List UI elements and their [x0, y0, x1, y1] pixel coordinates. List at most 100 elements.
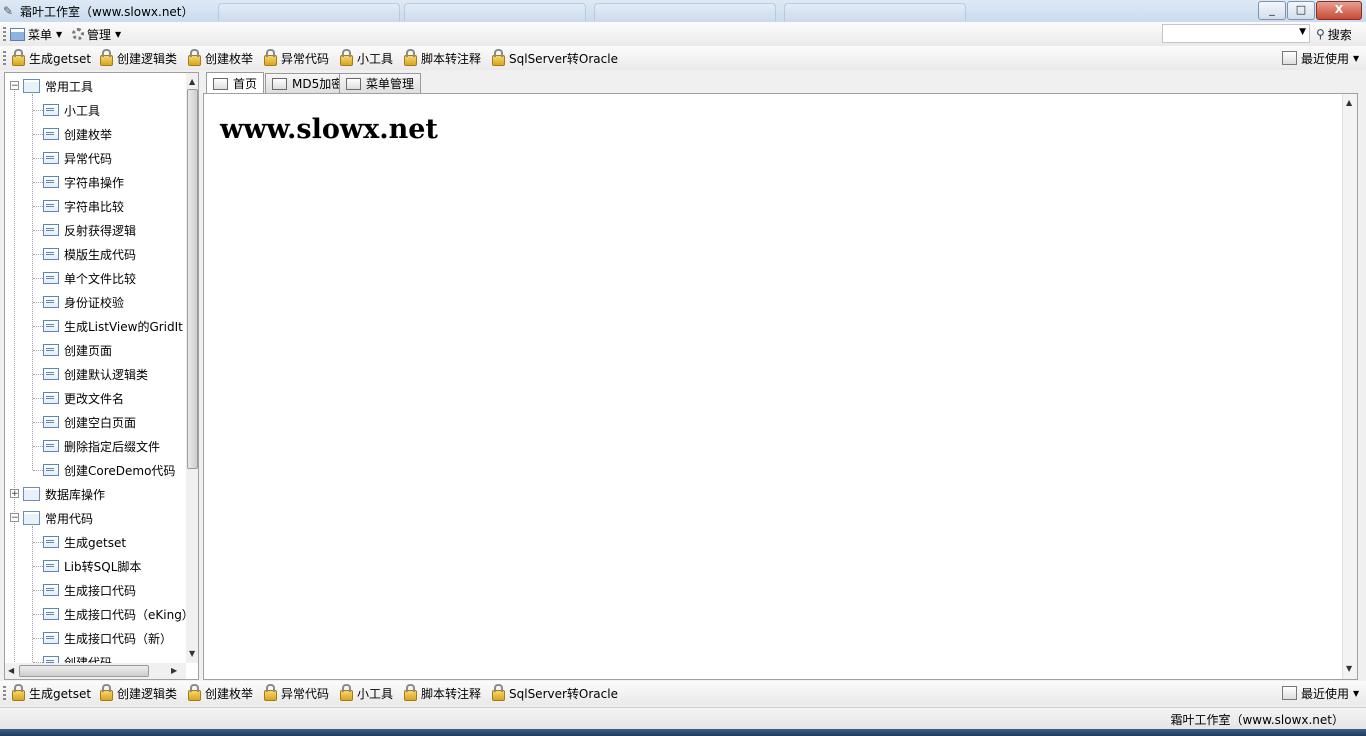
tool-button-getset[interactable]: 生成getset — [12, 48, 91, 67]
scroll-down-icon[interactable]: ▼ — [1346, 664, 1352, 673]
tool-button-exception-code[interactable]: 异常代码 — [264, 48, 330, 67]
tree-item[interactable]: 字符串操作 — [43, 172, 124, 192]
tree-item[interactable]: 生成接口代码 — [43, 580, 136, 600]
minimize-button[interactable]: _ — [1258, 1, 1286, 20]
scroll-up-icon[interactable]: ▲ — [189, 77, 195, 86]
tool-button-exception-code[interactable]: 异常代码 — [264, 683, 329, 702]
tree-horizontal-scrollbar[interactable]: ◀ ▶ — [5, 663, 186, 679]
tool-button-script-comment[interactable]: 脚本转注释 — [404, 683, 481, 702]
scroll-down-icon[interactable]: ▼ — [189, 649, 195, 658]
tab-menu-manage[interactable]: 菜单管理 — [339, 73, 422, 93]
scroll-up-icon[interactable]: ▲ — [1346, 98, 1352, 107]
tree-item[interactable]: 删除指定后缀文件 — [43, 436, 160, 456]
content-vertical-scrollbar[interactable]: ▲ ▼ — [1342, 94, 1357, 679]
tool-label: 创建枚举 — [205, 51, 254, 66]
lock-icon — [264, 683, 277, 701]
tree-item[interactable]: 小工具 — [43, 100, 100, 120]
tab-home[interactable]: 首页 — [206, 72, 265, 94]
lock-icon — [264, 48, 277, 66]
tool-button-sqlserver-oracle[interactable]: SqlServer转Oracle — [492, 48, 618, 67]
background-tab[interactable] — [218, 3, 400, 21]
tree-item[interactable]: 创建页面 — [43, 340, 112, 360]
status-bar: 霜叶工作室（www.slowx.net） — [0, 707, 1366, 730]
tool-label: SqlServer转Oracle — [509, 686, 618, 701]
tree-group[interactable]: 常用工具 — [23, 76, 93, 96]
tree-item[interactable]: 字符串比较 — [43, 196, 124, 216]
tool-button-sqlserver-oracle[interactable]: SqlServer转Oracle — [492, 683, 618, 702]
navigation-tree: − 常用工具 小工具 创建枚举 异常代码 字符串操作 字符串比较 反射获得逻辑 模版生成代码 单个… — [4, 72, 199, 680]
tree-item[interactable]: 异常代码 — [43, 148, 112, 168]
tree-item[interactable]: 创建默认逻辑类 — [43, 364, 148, 384]
recent-dropdown[interactable]: 最近使用 ▼ — [1282, 684, 1359, 702]
content-pane: www.slowx.net ▲ ▼ — [203, 93, 1358, 680]
tree-item[interactable]: 生成ListView的GridIt — [43, 316, 183, 336]
menu-toolbar: 菜单 ▼ 管理 ▼ ▼ ⚲ 搜索 — [0, 22, 1366, 46]
tree-item[interactable]: 创建CoreDemo代码 — [43, 460, 175, 480]
tree-item-label: 创建空白页面 — [64, 415, 137, 430]
tool-button-logic-class[interactable]: 创建逻辑类 — [100, 48, 177, 67]
tool-button-small-tools[interactable]: 小工具 — [340, 48, 393, 67]
tab-md5[interactable]: MD5加密 — [265, 73, 351, 93]
tree-expander[interactable]: − — [10, 81, 19, 91]
scrollbar-thumb[interactable] — [187, 89, 198, 469]
tree-group[interactable]: 数据库操作 — [23, 484, 105, 504]
tool-button-enum[interactable]: 创建枚举 — [188, 683, 253, 702]
scrollbar-thumb[interactable] — [19, 665, 149, 677]
tree-connector — [33, 638, 43, 639]
tree-group[interactable]: 常用代码 — [23, 508, 93, 528]
tool-label: SqlServer转Oracle — [509, 51, 618, 66]
tree-item[interactable]: 创建枚举 — [43, 124, 112, 144]
page-icon — [43, 104, 59, 116]
tool-button-logic-class[interactable]: 创建逻辑类 — [100, 683, 178, 702]
tree-item[interactable]: 生成getset — [43, 532, 126, 552]
tree-item[interactable]: 生成接口代码（新） — [43, 628, 172, 648]
tree-item-label: 字符串操作 — [64, 175, 125, 190]
scroll-right-icon[interactable]: ▶ — [171, 666, 177, 675]
menu-icon — [10, 27, 25, 41]
tree-item[interactable]: 单个文件比较 — [43, 268, 136, 288]
toolbar-grip[interactable] — [3, 51, 6, 65]
tree-item[interactable]: 生成接口代码（eKing） — [43, 604, 194, 624]
tool-label: 异常代码 — [281, 51, 330, 66]
tree-expander[interactable]: + — [10, 489, 19, 499]
tree-item[interactable]: 更改文件名 — [43, 388, 124, 408]
tool-label: 创建逻辑类 — [117, 686, 178, 701]
restore-button[interactable]: □ — [1287, 1, 1315, 20]
tree-item-label: 删除指定后缀文件 — [64, 439, 161, 454]
toolbar-grip[interactable] — [3, 27, 6, 41]
chevron-down-icon[interactable]: ▼ — [1299, 27, 1306, 37]
close-button[interactable]: X — [1316, 1, 1362, 20]
tree-item[interactable]: 身份证校验 — [43, 292, 124, 312]
tool-button-script-comment[interactable]: 脚本转注释 — [404, 48, 481, 67]
tree-item[interactable]: Lib转SQL脚本 — [43, 556, 141, 576]
background-tab[interactable] — [404, 3, 586, 21]
search-button[interactable]: ⚲ 搜索 — [1316, 25, 1352, 43]
tree-item[interactable]: 模版生成代码 — [43, 244, 136, 264]
tree-vertical-scrollbar[interactable]: ▲ ▼ — [186, 73, 198, 663]
tree-item[interactable]: 创建空白页面 — [43, 412, 136, 432]
tree-expander[interactable]: − — [10, 513, 19, 523]
tool-button-small-tools[interactable]: 小工具 — [340, 683, 393, 702]
tree-connector — [33, 302, 43, 303]
background-tab[interactable] — [784, 3, 966, 21]
tool-button-getset[interactable]: 生成getset — [12, 683, 91, 702]
tree-group-label: 常用代码 — [45, 511, 94, 526]
lock-icon — [188, 683, 201, 701]
tool-button-enum[interactable]: 创建枚举 — [188, 48, 254, 67]
tree-connector — [33, 278, 43, 279]
tree-item[interactable]: 反射获得逻辑 — [43, 220, 136, 240]
tab-label: MD5加密 — [292, 77, 344, 91]
search-input[interactable]: ▼ — [1162, 24, 1310, 43]
tree-connector — [33, 158, 43, 159]
tab-page-icon — [346, 77, 361, 90]
scroll-left-icon[interactable]: ◀ — [8, 666, 14, 675]
recent-label: 最近使用 — [1301, 51, 1350, 66]
tab-label: 菜单管理 — [366, 77, 415, 91]
manage-dropdown[interactable]: 管理 ▼ — [72, 25, 121, 43]
tree-connector — [33, 110, 43, 111]
background-tab[interactable] — [594, 3, 776, 21]
toolbar-grip[interactable] — [3, 686, 6, 700]
recent-dropdown[interactable]: 最近使用 ▼ — [1282, 49, 1359, 67]
lock-icon — [340, 683, 353, 701]
menu-dropdown[interactable]: 菜单 ▼ — [10, 25, 62, 43]
